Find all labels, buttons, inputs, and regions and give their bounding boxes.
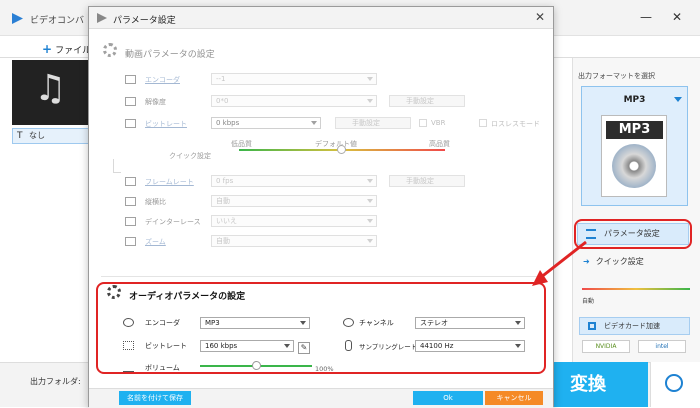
arrow-shaft bbox=[539, 240, 587, 280]
annotation-arrow bbox=[532, 240, 587, 286]
